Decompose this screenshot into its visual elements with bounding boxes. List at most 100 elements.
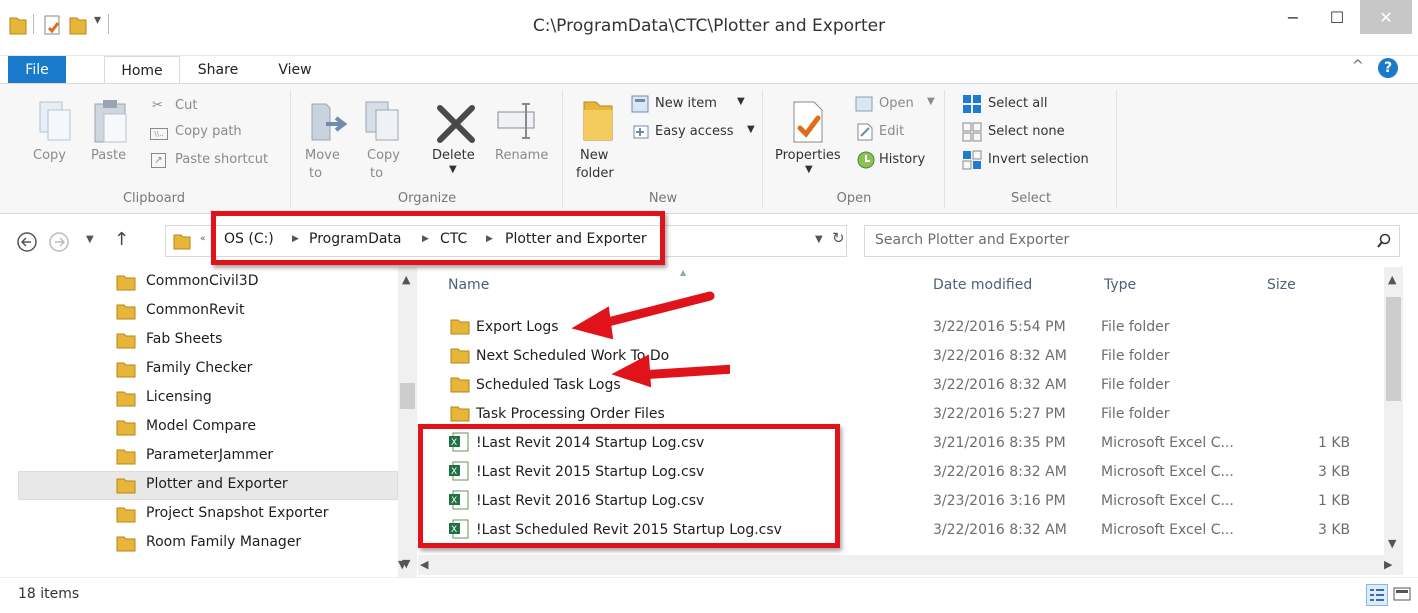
move-to-icon	[311, 103, 348, 141]
nav-item[interactable]: Fab Sheets	[18, 326, 398, 355]
maximize-button[interactable]: ☐	[1314, 0, 1360, 34]
file-type: File folder	[1101, 406, 1170, 422]
nav-item[interactable]: Project Snapshot Exporter	[18, 500, 398, 529]
nav-item-label: Model Compare	[146, 418, 256, 434]
address-history-icon[interactable]: ▼	[815, 234, 823, 245]
copy-to-button[interactable]: Copy	[367, 148, 400, 163]
folder-icon	[116, 420, 136, 436]
easy-access-button[interactable]: Easy access	[655, 124, 734, 139]
easy-access-icon	[633, 125, 649, 139]
nav-item[interactable]: Family Checker	[18, 355, 398, 384]
close-button[interactable]: ✕	[1360, 0, 1412, 34]
file-size: 1 KB	[1318, 493, 1351, 509]
tab-home[interactable]: Home	[104, 56, 180, 84]
group-separator	[290, 90, 291, 208]
file-list-horizontal-scrollbar[interactable]: ▼ ◀ ▶	[398, 555, 1403, 575]
copy-button[interactable]: Copy	[33, 148, 66, 163]
folder-icon	[116, 391, 136, 407]
delete-button[interactable]: Delete	[432, 148, 475, 163]
history-button[interactable]: History	[879, 152, 925, 167]
properties-button[interactable]: Properties	[775, 148, 841, 163]
scroll-up-icon[interactable]: ▲	[1388, 273, 1396, 286]
file-type: Microsoft Excel C...	[1101, 435, 1234, 451]
collapse-ribbon-icon[interactable]: ^	[1352, 58, 1364, 74]
column-header-size[interactable]: Size	[1267, 277, 1296, 293]
open-button[interactable]: Open	[879, 96, 914, 111]
file-list-scroll-thumb[interactable]	[1386, 297, 1401, 401]
search-placeholder: Search Plotter and Exporter	[875, 232, 1070, 248]
folder-icon	[450, 377, 470, 393]
nav-scroll-down-icon[interactable]: ▼	[398, 558, 406, 571]
large-icons-view-icon[interactable]	[1392, 584, 1414, 606]
scroll-down-icon[interactable]: ▼	[1388, 537, 1396, 550]
copy-path-icon: \\..	[150, 128, 168, 140]
column-header-type[interactable]: Type	[1104, 277, 1136, 293]
tab-share[interactable]: Share	[188, 56, 248, 84]
easy-access-dropdown-icon[interactable]: ▼	[747, 124, 755, 135]
nav-scroll-thumb[interactable]	[400, 383, 415, 409]
nav-item[interactable]: ParameterJammer	[18, 442, 398, 471]
column-header-date[interactable]: Date modified	[933, 277, 1032, 293]
select-all-icon	[963, 95, 981, 113]
new-item-button[interactable]: New item	[655, 96, 717, 111]
details-view-icon[interactable]	[1366, 584, 1388, 606]
group-separator	[944, 90, 945, 208]
paste-button[interactable]: Paste	[91, 148, 126, 163]
copy-path-button[interactable]: Copy path	[175, 124, 242, 139]
status-bar: 18 items	[0, 577, 1418, 613]
move-to-button[interactable]: Move	[305, 148, 340, 163]
forward-icon[interactable]	[48, 231, 70, 253]
recent-locations-icon[interactable]: ▼	[86, 234, 94, 245]
nav-item[interactable]: CommonRevit	[18, 297, 398, 326]
nav-item-label: Fab Sheets	[146, 331, 223, 347]
scroll-right-icon[interactable]: ▶	[1384, 558, 1392, 571]
history-icon	[857, 151, 875, 169]
paste-shortcut-button[interactable]: Paste shortcut	[175, 152, 268, 167]
open-dropdown-icon[interactable]: ▼	[927, 96, 935, 107]
file-date: 3/22/2016 8:32 AM	[933, 522, 1067, 538]
folder-icon	[116, 449, 136, 465]
cut-button[interactable]: Cut	[175, 98, 197, 113]
select-none-button[interactable]: Select none	[988, 124, 1065, 139]
window-title: C:\ProgramData\CTC\Plotter and Exporter	[532, 16, 886, 36]
new-folder-button[interactable]: New	[580, 148, 608, 163]
crumb-arrow[interactable]: «	[200, 234, 206, 244]
minimize-button[interactable]: −	[1276, 0, 1310, 34]
tab-file[interactable]: File	[8, 56, 66, 84]
column-header-name[interactable]: Name	[448, 277, 489, 293]
file-list-vertical-scrollbar[interactable]: ▲ ▼	[1384, 267, 1403, 557]
file-type: Microsoft Excel C...	[1101, 522, 1234, 538]
help-icon[interactable]: ?	[1378, 58, 1398, 78]
tab-view[interactable]: View	[264, 56, 326, 84]
nav-item-label: Room Family Manager	[146, 534, 302, 550]
nav-item-selected[interactable]: Plotter and Exporter	[18, 471, 398, 500]
invert-selection-button[interactable]: Invert selection	[988, 152, 1089, 167]
file-name: Task Processing Order Files	[476, 406, 665, 422]
nav-item[interactable]: CommonCivil3D	[18, 268, 398, 297]
file-type: File folder	[1101, 319, 1170, 335]
nav-item[interactable]: Model Compare	[18, 413, 398, 442]
back-icon[interactable]	[16, 231, 38, 253]
folder-location-icon	[173, 234, 191, 250]
refresh-icon[interactable]: ↻	[832, 229, 845, 247]
file-size: 3 KB	[1318, 464, 1351, 480]
select-all-button[interactable]: Select all	[988, 96, 1047, 111]
delete-dropdown-icon[interactable]: ▼	[449, 164, 457, 175]
rename-button[interactable]: Rename	[495, 148, 548, 163]
nav-item[interactable]: Room Family Manager	[18, 529, 398, 558]
group-label-select: Select	[1010, 191, 1052, 206]
nav-item[interactable]: Licensing	[18, 384, 398, 413]
ribbon: Copy Paste ✂ Cut \\.. Copy path ↗ Paste …	[0, 83, 1418, 214]
scroll-left-icon[interactable]: ◀	[420, 558, 428, 571]
properties-dropdown-icon[interactable]: ▼	[805, 164, 813, 175]
edit-button[interactable]: Edit	[879, 124, 904, 139]
up-icon[interactable]: ↑	[114, 229, 129, 250]
copy-icon	[39, 101, 71, 141]
new-item-dropdown-icon[interactable]: ▼	[737, 96, 745, 107]
folder-icon	[116, 275, 136, 291]
file-date: 3/23/2016 3:16 PM	[933, 493, 1066, 509]
title-bar: ▾ C:\ProgramData\CTC\Plotter and Exporte…	[0, 0, 1418, 56]
scroll-up-icon[interactable]: ▲	[402, 273, 410, 286]
search-icon[interactable]	[1376, 233, 1392, 249]
nav-scrollbar[interactable]: ▲ ▼	[398, 267, 417, 577]
